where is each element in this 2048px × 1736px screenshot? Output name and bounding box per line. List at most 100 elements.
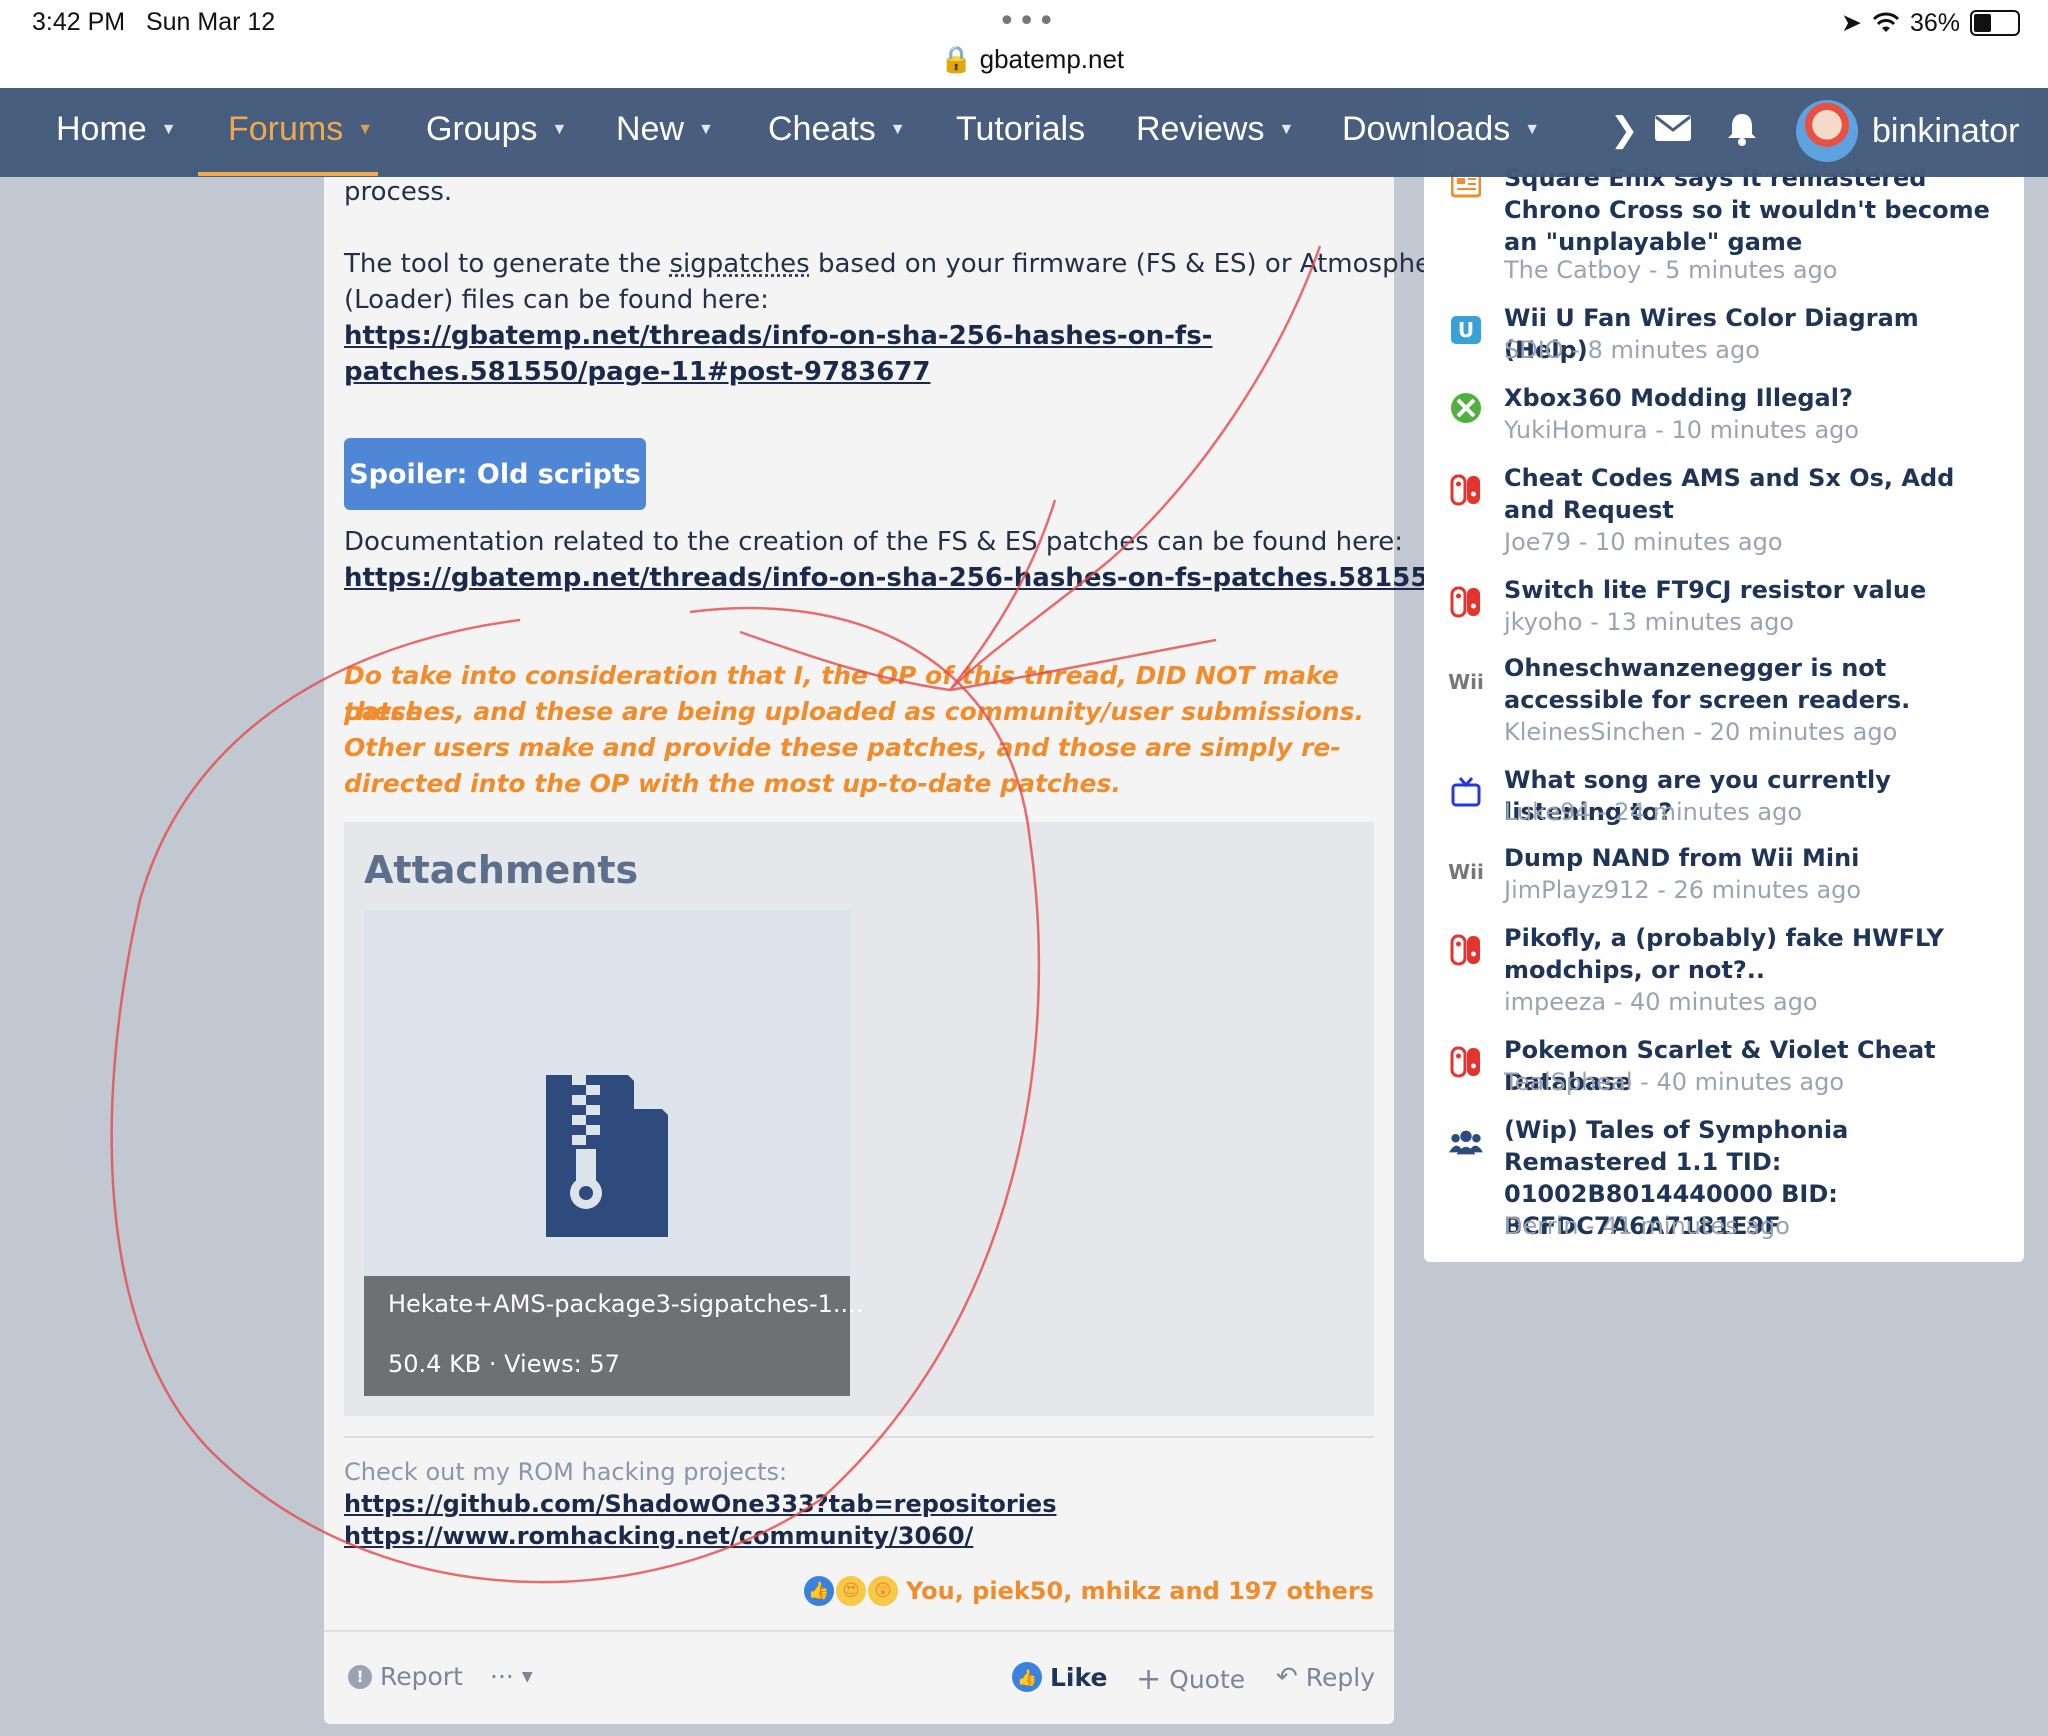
report-icon: !	[348, 1664, 372, 1689]
sidebar-thread-title-4[interactable]: Cheat Codes AMS and Sx Os, Add and Reque…	[1504, 462, 2004, 526]
address-bar[interactable]: 🔒 gbatemp.net	[940, 44, 1124, 75]
sidebar-thread-title-6[interactable]: Ohneschwanzenegger is not accessible for…	[1504, 652, 2004, 716]
status-time-date: 3:42 PM Sun Mar 12	[32, 8, 276, 36]
nav-downloads[interactable]: Downloads ▼	[1342, 110, 1540, 149]
tool-text-line1: The tool to generate the sigpatches base…	[344, 249, 1458, 279]
sidebar-thread-title-8[interactable]: Dump NAND from Wii Mini	[1504, 842, 2004, 874]
sidebar-thread-meta-3: YukiHomura - 10 minutes ago	[1504, 416, 1860, 444]
plus-icon: +	[1136, 1662, 1162, 1697]
sidebar-thread-meta-7: Luke94 - 24 minutes ago	[1504, 798, 1802, 826]
sidebar-thread-meta-2: SDIO - 8 minutes ago	[1504, 336, 1760, 364]
tool-link-line2[interactable]: patches.581550/page-11#post-9783677	[344, 354, 931, 390]
sidebar-thread-meta-1: The Catboy - 5 minutes ago	[1504, 256, 1838, 284]
sidebar-thread-meta-9: impeeza - 40 minutes ago	[1504, 988, 1818, 1016]
attachment-file-meta: 50.4 KB · Views: 57	[388, 1350, 620, 1378]
love-reaction-icon: 😍	[833, 1574, 868, 1608]
location-icon: ➤	[1841, 9, 1862, 37]
warning-line-2: patches, and these are being uploaded as…	[344, 697, 1364, 726]
chevron-down-icon[interactable]: ▼	[698, 121, 714, 139]
nav-active-indicator	[198, 172, 378, 176]
avatar	[1796, 100, 1858, 162]
quote-label: Quote	[1169, 1665, 1246, 1694]
footer-divider	[324, 1630, 1394, 1632]
signature-divider	[344, 1436, 1374, 1438]
chevron-down-icon[interactable]: ▼	[357, 121, 373, 139]
sigpatches-term[interactable]: sigpatches	[669, 249, 809, 279]
battery-percent: 36%	[1909, 8, 1960, 37]
like-icon: 👍	[1012, 1662, 1042, 1692]
nav-forums[interactable]: Forums ▼	[228, 110, 373, 149]
switch-icon	[1448, 932, 1484, 968]
documentation-text: Documentation related to the creation of…	[344, 527, 1403, 557]
bell-icon[interactable]	[1726, 112, 1758, 146]
signature-link-romhacking[interactable]: https://www.romhacking.net/community/306…	[344, 1522, 973, 1550]
report-label: Report	[380, 1662, 463, 1691]
sidebar-thread-title-9[interactable]: Pikofly, a (probably) fake HWFLY modchip…	[1504, 922, 2004, 986]
chevron-down-icon[interactable]: ▼	[161, 121, 177, 139]
attachments-title: Attachments	[364, 848, 639, 892]
sidebar-thread-meta-11: Derrin - 41 minutes ago	[1504, 1212, 1790, 1240]
wow-reaction-icon: 😲	[865, 1574, 900, 1608]
sidebar-thread-title-5[interactable]: Switch lite FT9CJ resistor value	[1504, 574, 2004, 606]
like-label: Like	[1050, 1662, 1108, 1692]
reply-button[interactable]: ↶ Reply	[1276, 1662, 1375, 1692]
username-label: binkinator	[1872, 111, 2020, 150]
reactions-text[interactable]: You, piek50, mhikz and 197 others	[906, 1577, 1374, 1605]
nav-home[interactable]: Home ▼	[56, 110, 177, 149]
multitask-dots-icon[interactable]: •••	[998, 4, 1057, 39]
sidebar-thread-meta-6: KleinesSinchen - 20 minutes ago	[1504, 718, 1898, 746]
nav-reviews[interactable]: Reviews ▼	[1136, 110, 1294, 149]
reactions-summary[interactable]: 👍 😍 😲 You, piek50, mhikz and 197 others	[801, 1574, 1374, 1608]
sidebar-thread-meta-10: TealSpheal - 40 minutes ago	[1504, 1068, 1845, 1096]
like-button[interactable]: 👍 Like	[1012, 1662, 1107, 1692]
url-text: gbatemp.net	[979, 44, 1125, 74]
xbox-icon	[1448, 390, 1484, 426]
status-bar: 3:42 PM Sun Mar 12 ••• 🔒 gbatemp.net ➤ 3…	[0, 0, 2048, 88]
tool-text-line2: (Loader) files can be found here:	[344, 285, 769, 315]
sidebar-thread-meta-8: JimPlayz912 - 26 minutes ago	[1504, 876, 1862, 904]
nav-cheats[interactable]: Cheats ▼	[768, 110, 906, 149]
sidebar-thread-meta-5: jkyoho - 13 minutes ago	[1504, 608, 1794, 636]
chevron-down-icon: ▼	[521, 1668, 533, 1685]
switch-icon	[1448, 1044, 1484, 1080]
wii-icon: Wii	[1448, 860, 1484, 884]
attachment-thumbnail[interactable]	[364, 910, 850, 1276]
envelope-icon[interactable]	[1654, 114, 1692, 142]
chevron-right-icon[interactable]: ❯	[1610, 110, 1639, 150]
lock-icon: 🔒	[940, 44, 973, 74]
sidebar-thread-meta-4: Joe79 - 10 minutes ago	[1504, 528, 1783, 556]
group-icon	[1448, 1124, 1484, 1160]
nav-tutorials[interactable]: Tutorials	[956, 110, 1085, 149]
report-button[interactable]: ! Report	[348, 1662, 463, 1691]
nav-new[interactable]: New ▼	[616, 110, 714, 149]
warning-line-4: directed into the OP with the most up-to…	[344, 769, 1121, 798]
spoiler-button[interactable]: Spoiler: Old scripts	[344, 438, 646, 510]
chevron-down-icon[interactable]: ▼	[890, 121, 906, 139]
documentation-link[interactable]: https://gbatemp.net/threads/info-on-sha-…	[344, 560, 1456, 596]
wii-icon: Wii	[1448, 670, 1484, 694]
tv-icon	[1448, 774, 1484, 810]
status-right: ➤ 36%	[1841, 8, 2020, 38]
wiiu-icon: U	[1448, 312, 1484, 348]
nav-groups[interactable]: Groups ▼	[426, 110, 567, 149]
signature-label: Check out my ROM hacking projects:	[344, 1458, 788, 1486]
switch-icon	[1448, 472, 1484, 508]
post-text-partial: process.	[344, 177, 453, 207]
more-options-button[interactable]: ··· ▼	[490, 1662, 533, 1691]
attachment-file-name[interactable]: Hekate+AMS-package3-sigpatches-1....	[388, 1290, 863, 1318]
more-label: ···	[490, 1662, 514, 1691]
quote-button[interactable]: + Quote	[1136, 1662, 1245, 1697]
battery-icon	[1970, 10, 2020, 36]
user-menu[interactable]: binkinator	[1796, 100, 2019, 162]
like-reaction-icon: 👍	[801, 1574, 836, 1608]
chevron-down-icon[interactable]: ▼	[1278, 121, 1294, 139]
sidebar-thread-title-3[interactable]: Xbox360 Modding Illegal?	[1504, 382, 2004, 414]
tool-link-line1[interactable]: https://gbatemp.net/threads/info-on-sha-…	[344, 318, 1212, 354]
chevron-down-icon[interactable]: ▼	[1524, 121, 1540, 139]
reply-arrow-icon: ↶	[1276, 1662, 1298, 1692]
switch-icon	[1448, 584, 1484, 620]
main-nav: Home ▼ Forums ▼ Groups ▼ New ▼ Cheats ▼ Tutor…	[0, 88, 2048, 177]
signature-link-github[interactable]: https://github.com/ShadowOne333?tab=repo…	[344, 1490, 1057, 1518]
chevron-down-icon[interactable]: ▼	[552, 121, 568, 139]
wifi-icon	[1872, 12, 1900, 32]
